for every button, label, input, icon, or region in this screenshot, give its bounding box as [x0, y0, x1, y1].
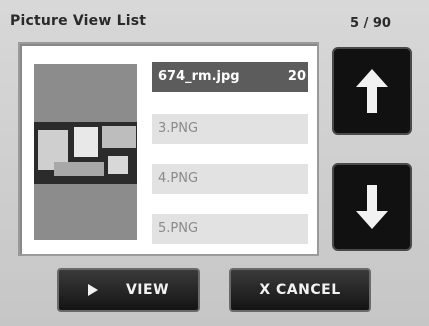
list-item-aux: 20 [287, 69, 306, 84]
list-item-label: 3.PNG [158, 121, 199, 136]
list-item[interactable]: 5.PNG [152, 214, 308, 244]
page-title: Picture View List [10, 13, 147, 29]
cancel-button[interactable]: X CANCEL [229, 268, 371, 312]
scroll-down-button[interactable] [332, 163, 412, 251]
preview-thumbnail [34, 64, 137, 240]
picture-view-screen: Picture View List 5 / 90 674_rm.jpg 20 3… [0, 0, 429, 326]
list-item-label: 5.PNG [158, 221, 199, 236]
view-button-label: VIEW [125, 282, 170, 298]
up-arrow-icon [356, 69, 388, 113]
list-item-label: 674_rm.jpg [158, 69, 240, 84]
picture-list-panel: 674_rm.jpg 20 3.PNG 4.PNG 5.PNG [18, 42, 319, 256]
play-icon [87, 284, 98, 296]
cancel-button-label: X CANCEL [259, 282, 341, 298]
list-item[interactable]: 3.PNG [152, 114, 308, 144]
view-button[interactable]: VIEW [57, 268, 200, 312]
down-arrow-icon [356, 185, 388, 229]
list-item-selected[interactable]: 674_rm.jpg 20 [152, 62, 308, 92]
list-item[interactable]: 4.PNG [152, 164, 308, 194]
list-item-label: 4.PNG [158, 171, 199, 186]
item-counter: 5 / 90 [350, 16, 391, 31]
preview-photo [34, 122, 137, 184]
scroll-up-button[interactable] [332, 47, 412, 135]
